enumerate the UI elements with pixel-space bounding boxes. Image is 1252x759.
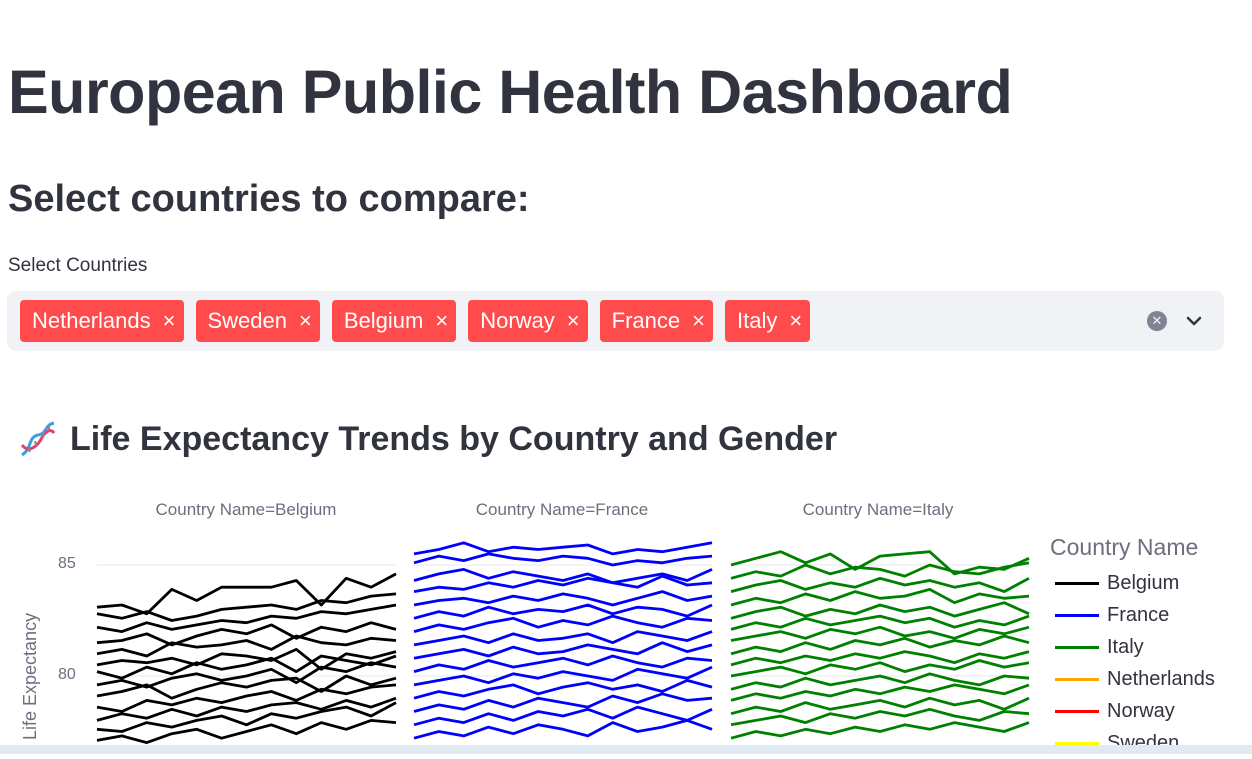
series-line-belgium-4[interactable] [96,634,397,658]
chart-legend: Country Name Belgium France Italy Netherlan… [1050,534,1215,759]
legend-item-italy[interactable]: Italy [1050,631,1215,663]
series-line-france-4[interactable] [413,590,713,607]
series-italy [730,550,1030,740]
chevron-down-icon[interactable] [1180,307,1208,335]
bottom-scroll-edge [0,745,1252,754]
legend-title: Country Name [1050,534,1199,560]
series-line-belgium-2[interactable] [96,603,397,633]
series-line-france-6[interactable] [413,614,713,633]
legend-swatch [1055,613,1099,617]
series-line-france-3[interactable] [413,574,713,593]
series-line-france-7[interactable] [413,630,713,647]
series-line-france-9[interactable] [413,654,713,673]
legend-item-sweden[interactable]: Sweden [1050,727,1215,759]
series-france [413,541,713,740]
legend-item-netherlands[interactable]: Netherlands [1050,663,1215,695]
legend-label: Belgium [1107,571,1180,594]
series-line-italy-6[interactable] [730,625,1030,642]
legend-swatch [1055,677,1099,681]
legend-label: Norway [1107,699,1175,722]
legend-swatch [1055,581,1099,585]
legend-swatch [1055,645,1099,649]
series-line-france-2[interactable] [413,568,713,585]
legend-item-france[interactable]: France [1050,599,1215,631]
series-line-belgium-1[interactable] [96,592,397,622]
series-belgium [96,572,397,744]
legend-label: Italy [1107,635,1144,658]
series-line-italy-2[interactable] [730,576,1030,593]
series-line-france-1[interactable] [413,552,713,567]
legend-label: Netherlands [1107,667,1215,690]
series-line-france-8[interactable] [413,641,713,660]
line-chart[interactable] [0,0,1040,754]
legend-item-norway[interactable]: Norway [1050,695,1215,727]
series-line-italy-3[interactable] [730,588,1030,607]
clear-circle-icon[interactable]: ✕ [1147,311,1167,331]
series-line-belgium-7[interactable] [96,661,397,689]
legend-item-belgium[interactable]: Belgium [1050,567,1215,599]
legend-label: France [1107,603,1170,626]
series-line-italy-14[interactable] [730,721,1030,740]
legend-swatch [1055,709,1099,713]
series-line-france-5[interactable] [413,603,713,620]
series-line-italy-7[interactable] [730,634,1030,656]
series-line-france-0[interactable] [413,541,713,556]
